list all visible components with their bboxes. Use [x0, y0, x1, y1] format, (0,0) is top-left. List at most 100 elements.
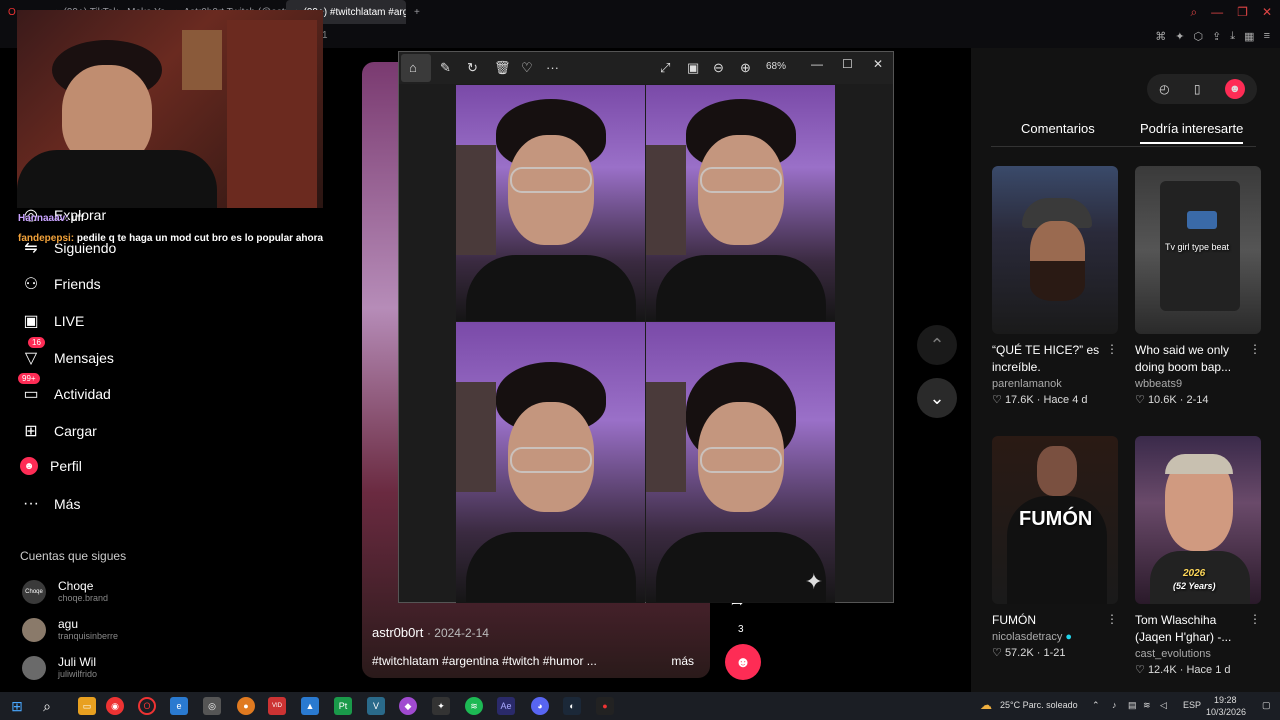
opera-icon[interactable]: O — [138, 697, 156, 715]
video-author[interactable]: astr0b0rt · 2024-2-14 — [372, 625, 489, 640]
file-explorer-icon[interactable]: ▭ — [78, 697, 96, 715]
webcam-background — [227, 20, 317, 208]
maximize-icon[interactable]: ☐ — [842, 57, 853, 71]
messages-badge: 16 — [28, 337, 45, 348]
avatar[interactable]: ☻ — [1224, 79, 1245, 99]
pycharm-icon[interactable]: Pt — [334, 697, 352, 715]
zoom-in-icon[interactable]: ⊕ — [740, 60, 751, 76]
following-account[interactable]: agu tranquisinberre — [22, 617, 118, 642]
more-options-icon[interactable]: ⋮ — [1106, 342, 1118, 356]
video-thumbnail: FUMÓN — [992, 436, 1118, 604]
chrome-icon[interactable]: ◉ — [106, 697, 124, 715]
puzzle-icon[interactable]: ⬡ — [1193, 30, 1203, 43]
obs-icon[interactable]: ◎ — [203, 697, 221, 715]
chevron-up-icon[interactable]: ⌃ — [1092, 700, 1100, 711]
spotify-icon[interactable]: ≋ — [465, 697, 483, 715]
sidebar-item-perfil[interactable]: ☻ Perfil — [20, 457, 82, 475]
delete-icon[interactable]: 🗑 — [494, 60, 511, 76]
photos-icon[interactable]: ▲ — [301, 697, 319, 715]
chat-message: fandepepsi: pedile q te haga un mod cut … — [18, 233, 324, 244]
more-options-icon[interactable]: ⋮ — [1249, 342, 1261, 356]
recording-icon[interactable]: ● — [596, 697, 614, 715]
new-tab-button[interactable]: + — [406, 0, 430, 24]
thumb-caption: FUMÓN — [1019, 508, 1093, 530]
home-icon[interactable]: ⌂ — [409, 60, 417, 75]
card-title: “QUÉ TE HICE?” es increíble. — [992, 343, 1100, 374]
author-avatar[interactable]: ☻ — [725, 644, 761, 680]
thumb-beard — [1030, 261, 1085, 301]
steam-icon[interactable]: ◐ — [563, 697, 581, 715]
more-icon: ··· — [23, 495, 39, 512]
discord-icon[interactable]: ◕ — [531, 697, 549, 715]
close-icon[interactable]: ✕ — [1262, 5, 1272, 20]
heart-icon: ♡ — [1135, 394, 1145, 406]
expand-icon[interactable]: ⤢ — [660, 60, 670, 76]
search-icon[interactable]: ⌕ — [1190, 5, 1197, 20]
recommended-video-card[interactable]: “QUÉ TE HICE?” es increíble. ⋮ parenlama… — [992, 166, 1118, 406]
download-icon[interactable]: ⤓ — [1230, 30, 1235, 43]
sidebar-item-live[interactable]: ▣ LIVE — [20, 310, 84, 332]
vegas-icon[interactable]: V — [367, 697, 385, 715]
after-effects-icon[interactable]: Ae — [497, 697, 515, 715]
sidebar-item-mensajes[interactable]: ▽ 16 Mensajes — [20, 337, 114, 369]
photo-collage[interactable]: ✦ — [456, 85, 835, 603]
profile-icon: ☻ — [20, 457, 38, 475]
right-panel-tabs: Comentarios Podría interesarte — [991, 121, 1256, 147]
volume-icon[interactable]: ◁ — [1160, 700, 1167, 711]
app-icon[interactable]: ● — [237, 697, 255, 715]
rotate-icon[interactable]: ↻ — [467, 60, 478, 76]
clock-time[interactable]: 19:28 — [1214, 695, 1237, 705]
webcam-shirt — [17, 150, 217, 208]
extension-icon[interactable]: ✦ — [1175, 30, 1184, 43]
fit-icon[interactable]: ▣ — [687, 60, 699, 76]
next-video-button[interactable]: ⌄ — [917, 378, 957, 418]
thumb-caption: 2026 — [1183, 568, 1206, 579]
minimize-icon[interactable]: — — [1211, 5, 1223, 20]
video-tags[interactable]: #twitchlatam #argentina #twitch #humor .… — [372, 654, 597, 668]
recommended-video-card[interactable]: 2026 (52 Years) Tom Wlaschiha (Jaqen H'g… — [1135, 436, 1261, 676]
wifi-icon[interactable]: ≋ — [1143, 700, 1151, 711]
edit-icon[interactable]: ✎ — [440, 60, 451, 76]
clock-date[interactable]: 10/3/2026 — [1206, 707, 1246, 717]
chat-message: Hannaaav: uff — [18, 213, 85, 224]
sidebar-item-actividad[interactable]: ▭ 99+ Actividad — [18, 373, 111, 405]
more-options-icon[interactable]: ⋮ — [1106, 612, 1118, 626]
zoom-level[interactable]: 68% — [766, 61, 786, 72]
windows-start-icon[interactable]: ⊞ — [8, 697, 26, 715]
video-more-link[interactable]: más — [671, 654, 694, 668]
history-icon[interactable]: ◴ — [1159, 82, 1169, 96]
recommended-video-card[interactable]: Tv girl type beat Who said we only doing… — [1135, 166, 1261, 406]
weather-text[interactable]: 25°C Parc. soleado — [1000, 700, 1078, 710]
more-options-icon[interactable]: ··· — [546, 60, 559, 75]
following-account[interactable]: Juli Wil juliwilfrido — [22, 655, 97, 680]
device-icon[interactable]: ▯ — [1194, 82, 1201, 96]
sidebar-item-cargar[interactable]: ⊞ Cargar — [20, 420, 97, 442]
tab-comentarios[interactable]: Comentarios — [1021, 121, 1095, 136]
minimize-icon[interactable]: — — [811, 57, 823, 71]
zoom-out-icon[interactable]: ⊖ — [713, 60, 724, 76]
sidebar-item-mas[interactable]: ··· Más — [20, 493, 80, 515]
notifications-icon[interactable]: ▢ — [1262, 700, 1271, 711]
language-indicator[interactable]: ESP — [1183, 700, 1201, 710]
close-icon[interactable]: ✕ — [873, 57, 883, 71]
sidebar-item-friends[interactable]: ⚇ Friends — [20, 273, 101, 295]
following-account[interactable]: Choqe Choqe choqe.brand — [22, 579, 108, 604]
bookmark-icon[interactable]: ▦ — [1244, 30, 1254, 43]
edge-icon[interactable]: e — [170, 697, 188, 715]
search-icon[interactable]: ⌕ — [38, 697, 56, 715]
restore-icon[interactable]: ❐ — [1237, 5, 1248, 20]
previous-video-button[interactable]: ⌃ — [917, 325, 957, 365]
favorite-icon[interactable]: ♡ — [521, 60, 533, 76]
tab-podria-interesarte[interactable]: Podría interesarte — [1140, 121, 1244, 144]
network-icon[interactable]: ▤ — [1128, 700, 1137, 711]
share-icon[interactable]: ⇪ — [1212, 30, 1221, 43]
more-options-icon[interactable]: ⋮ — [1249, 612, 1261, 626]
microphone-icon[interactable]: ♪ — [1112, 700, 1117, 710]
thumb-face — [1037, 446, 1077, 496]
app-icon[interactable]: ◆ — [399, 697, 417, 715]
recommended-video-card[interactable]: FUMÓN FUMÓN ⋮ nicolasdetracy ● ♡ 57.2K ·… — [992, 436, 1118, 659]
davinci-icon[interactable]: ✦ — [432, 697, 450, 715]
translate-icon[interactable]: ⌘ — [1155, 30, 1166, 43]
menu-icon[interactable]: ≡ — [1264, 30, 1270, 43]
video-editor-icon[interactable]: VID — [268, 697, 286, 715]
